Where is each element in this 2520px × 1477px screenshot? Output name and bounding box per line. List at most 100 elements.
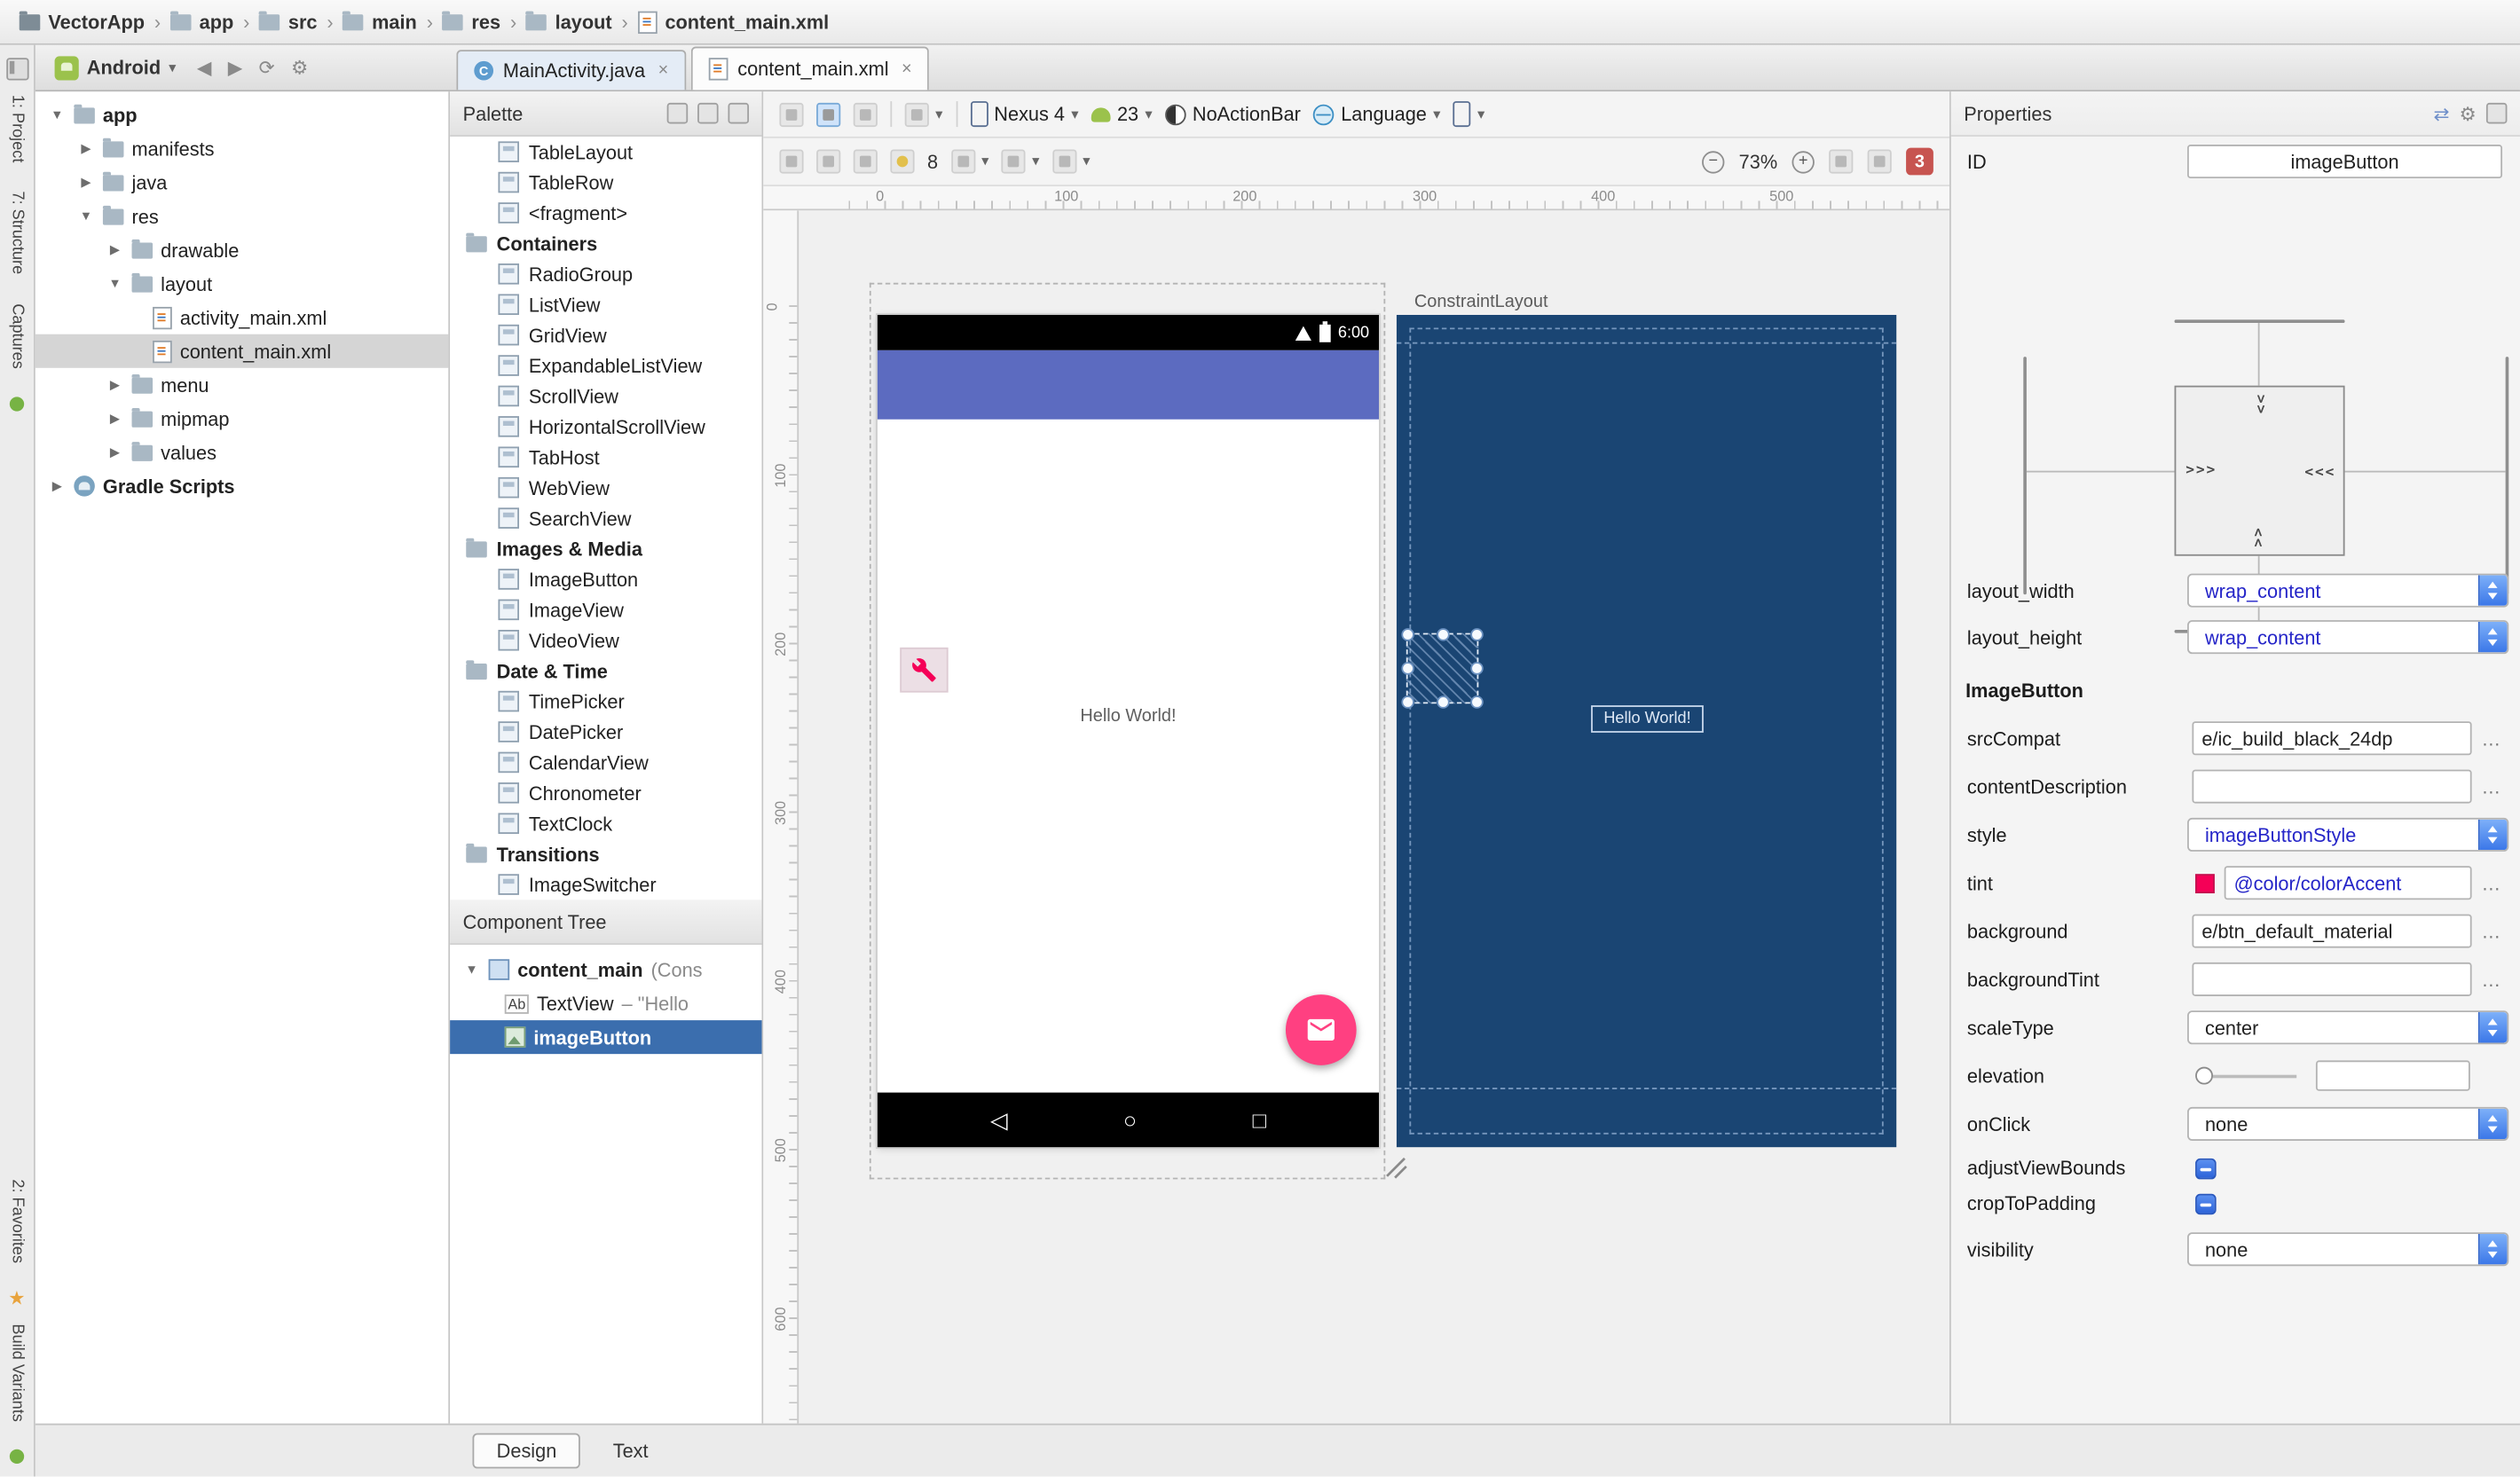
tree-item-java[interactable]: ▶ java <box>35 166 448 200</box>
component-item-root[interactable]: ▼ content_main (Cons <box>450 953 761 986</box>
preview-toggle-icon[interactable] <box>666 102 689 124</box>
palette-item[interactable]: ImageButton <box>450 564 761 594</box>
palette-item[interactable]: TableRow <box>450 167 761 197</box>
contentdescription-input[interactable] <box>2192 769 2472 804</box>
palette-item[interactable]: TimePicker <box>450 686 761 716</box>
imagebutton-selection[interactable] <box>1401 628 1484 709</box>
locale-selector[interactable]: Language ▾ <box>1313 103 1440 125</box>
palette-item[interactable]: Chronometer <box>450 778 761 808</box>
virtual-device-selector[interactable]: ▾ <box>1453 101 1484 128</box>
theme-selector[interactable]: NoActionBar <box>1165 103 1301 125</box>
breadcrumb-item-layout[interactable]: layout <box>523 10 615 33</box>
scaletype-select[interactable]: center <box>2187 1010 2509 1045</box>
show-constraints-icon[interactable] <box>779 149 804 174</box>
settings-button[interactable]: ⚙ <box>291 56 308 78</box>
breadcrumb-item-res[interactable]: res <box>439 10 504 33</box>
clear-constraints-icon[interactable] <box>853 149 878 174</box>
left-anchor-line[interactable] <box>2023 357 2027 595</box>
zoom-in-button[interactable]: + <box>1792 150 1815 173</box>
resize-handle[interactable] <box>1470 695 1484 709</box>
breadcrumb-item-app[interactable]: app <box>167 10 237 33</box>
breadcrumb-item-file[interactable]: content_main.xml <box>634 10 832 34</box>
palette-item[interactable]: SearchView <box>450 503 761 533</box>
collapse-arrow-icon[interactable]: ▶ <box>106 412 124 426</box>
resize-handle[interactable] <box>1401 662 1414 675</box>
collapse-arrow-icon[interactable]: ▶ <box>77 141 95 155</box>
fab-button[interactable] <box>1285 994 1357 1065</box>
tree-item-drawable[interactable]: ▶ drawable <box>35 233 448 267</box>
design-preview[interactable]: 6:00 Hello World! ◁ ○ □ <box>876 313 1381 1150</box>
tree-item-manifests[interactable]: ▶ manifests <box>35 132 448 166</box>
tint-input[interactable]: @color/colorAccent <box>2224 866 2472 900</box>
tool-button-build-variants[interactable]: Build Variants <box>8 1324 26 1421</box>
view-all-properties-icon[interactable]: ⇄ <box>2433 102 2449 124</box>
tab-text[interactable]: Text <box>590 1434 671 1466</box>
tree-item-mipmap[interactable]: ▶ mipmap <box>35 402 448 436</box>
srccompat-input[interactable]: e/ic_build_black_24dp <box>2192 721 2472 756</box>
breadcrumb-item-project[interactable]: VectorApp <box>16 10 148 33</box>
palette-item[interactable]: HorizontalScrollView <box>450 412 761 442</box>
tree-item-content-main[interactable]: content_main.xml <box>35 334 449 368</box>
collapse-arrow-icon[interactable]: ▶ <box>48 479 66 493</box>
adjustviewbounds-checkbox[interactable] <box>2195 1157 2217 1179</box>
collapse-arrow-icon[interactable]: ▶ <box>77 175 95 189</box>
pin-icon[interactable] <box>728 102 750 124</box>
run-config-selector[interactable]: Android ▾ <box>35 55 189 80</box>
pan-icon[interactable] <box>1867 149 1892 174</box>
palette-item[interactable]: TableLayout <box>450 137 761 167</box>
device-selector[interactable]: Nexus 4 ▾ <box>970 101 1078 128</box>
expand-arrow-icon[interactable]: ▼ <box>463 962 481 977</box>
palette-item[interactable]: ExpandableListView <box>450 350 761 381</box>
resize-handle[interactable] <box>1401 695 1414 709</box>
navigate-forward-button[interactable]: ▶ <box>228 56 243 78</box>
resize-handle[interactable] <box>1401 628 1414 641</box>
tab-mainactivity-java[interactable]: C MainActivity.java × <box>456 50 687 90</box>
navigate-back-button[interactable]: ◀ <box>197 56 212 78</box>
zoom-out-button[interactable]: − <box>1702 150 1725 173</box>
textview-blueprint[interactable]: Hello World! <box>1591 705 1704 733</box>
design-mode-icon[interactable] <box>779 102 804 127</box>
close-icon[interactable]: × <box>902 59 912 79</box>
right-anchor-line[interactable] <box>2505 357 2509 595</box>
widget-body[interactable]: >> >> >>> >>> <box>2174 385 2345 556</box>
constraint-widget[interactable]: >> >> >>> >>> <box>1951 204 2520 633</box>
palette-item[interactable]: ListView <box>450 289 761 319</box>
gear-icon[interactable]: ⚙ <box>2460 102 2477 124</box>
split-mode-icon[interactable] <box>853 102 878 127</box>
more-button[interactable]: … <box>2481 775 2502 797</box>
palette-category[interactable]: Date & Time <box>450 656 761 686</box>
default-margin-value[interactable]: 8 <box>927 150 938 172</box>
hello-world-text[interactable]: Hello World! <box>878 707 1379 727</box>
palette-item[interactable]: WebView <box>450 472 761 502</box>
resize-handle[interactable] <box>1437 695 1450 709</box>
palette-item[interactable]: ScrollView <box>450 381 761 411</box>
backgroundtint-input[interactable] <box>2192 962 2472 996</box>
palette-item[interactable]: TabHost <box>450 442 761 472</box>
canvas-resize-handle[interactable] <box>1383 1155 1409 1181</box>
palette-category[interactable]: Transitions <box>450 838 761 868</box>
palette-item[interactable]: <fragment> <box>450 198 761 228</box>
tree-item-gradle-scripts[interactable]: ▶ Gradle Scripts <box>35 469 448 503</box>
tool-button-structure[interactable]: 7: Structure <box>8 192 26 275</box>
close-icon[interactable]: × <box>658 61 669 81</box>
tree-item-menu[interactable]: ▶ menu <box>35 368 448 402</box>
elevation-input[interactable] <box>2315 1060 2470 1091</box>
error-badge[interactable]: 3 <box>1906 147 1933 176</box>
style-select[interactable]: imageButtonStyle <box>2187 817 2509 852</box>
more-button[interactable]: … <box>2481 968 2502 990</box>
tree-item-values[interactable]: ▶ values <box>35 436 448 469</box>
resize-handle[interactable] <box>1470 662 1484 675</box>
expand-arrow-icon[interactable]: ▼ <box>48 107 66 122</box>
tool-window-icon[interactable] <box>5 58 28 81</box>
collapse-arrow-icon[interactable]: ▶ <box>106 445 124 460</box>
palette-item[interactable]: TextClock <box>450 808 761 838</box>
pin-icon[interactable] <box>2485 102 2508 123</box>
resize-handle[interactable] <box>1470 628 1484 641</box>
palette-item[interactable]: ImageSwitcher <box>450 869 761 900</box>
resize-handle[interactable] <box>1437 628 1450 641</box>
tab-content-main-xml[interactable]: content_main.xml × <box>690 46 930 90</box>
palette-item[interactable]: CalendarView <box>450 747 761 777</box>
component-item-textview[interactable]: Ab TextView – "Hello <box>450 986 761 1020</box>
tool-button-captures[interactable]: Captures <box>8 303 26 368</box>
tree-item-app[interactable]: ▼ app <box>35 98 448 131</box>
